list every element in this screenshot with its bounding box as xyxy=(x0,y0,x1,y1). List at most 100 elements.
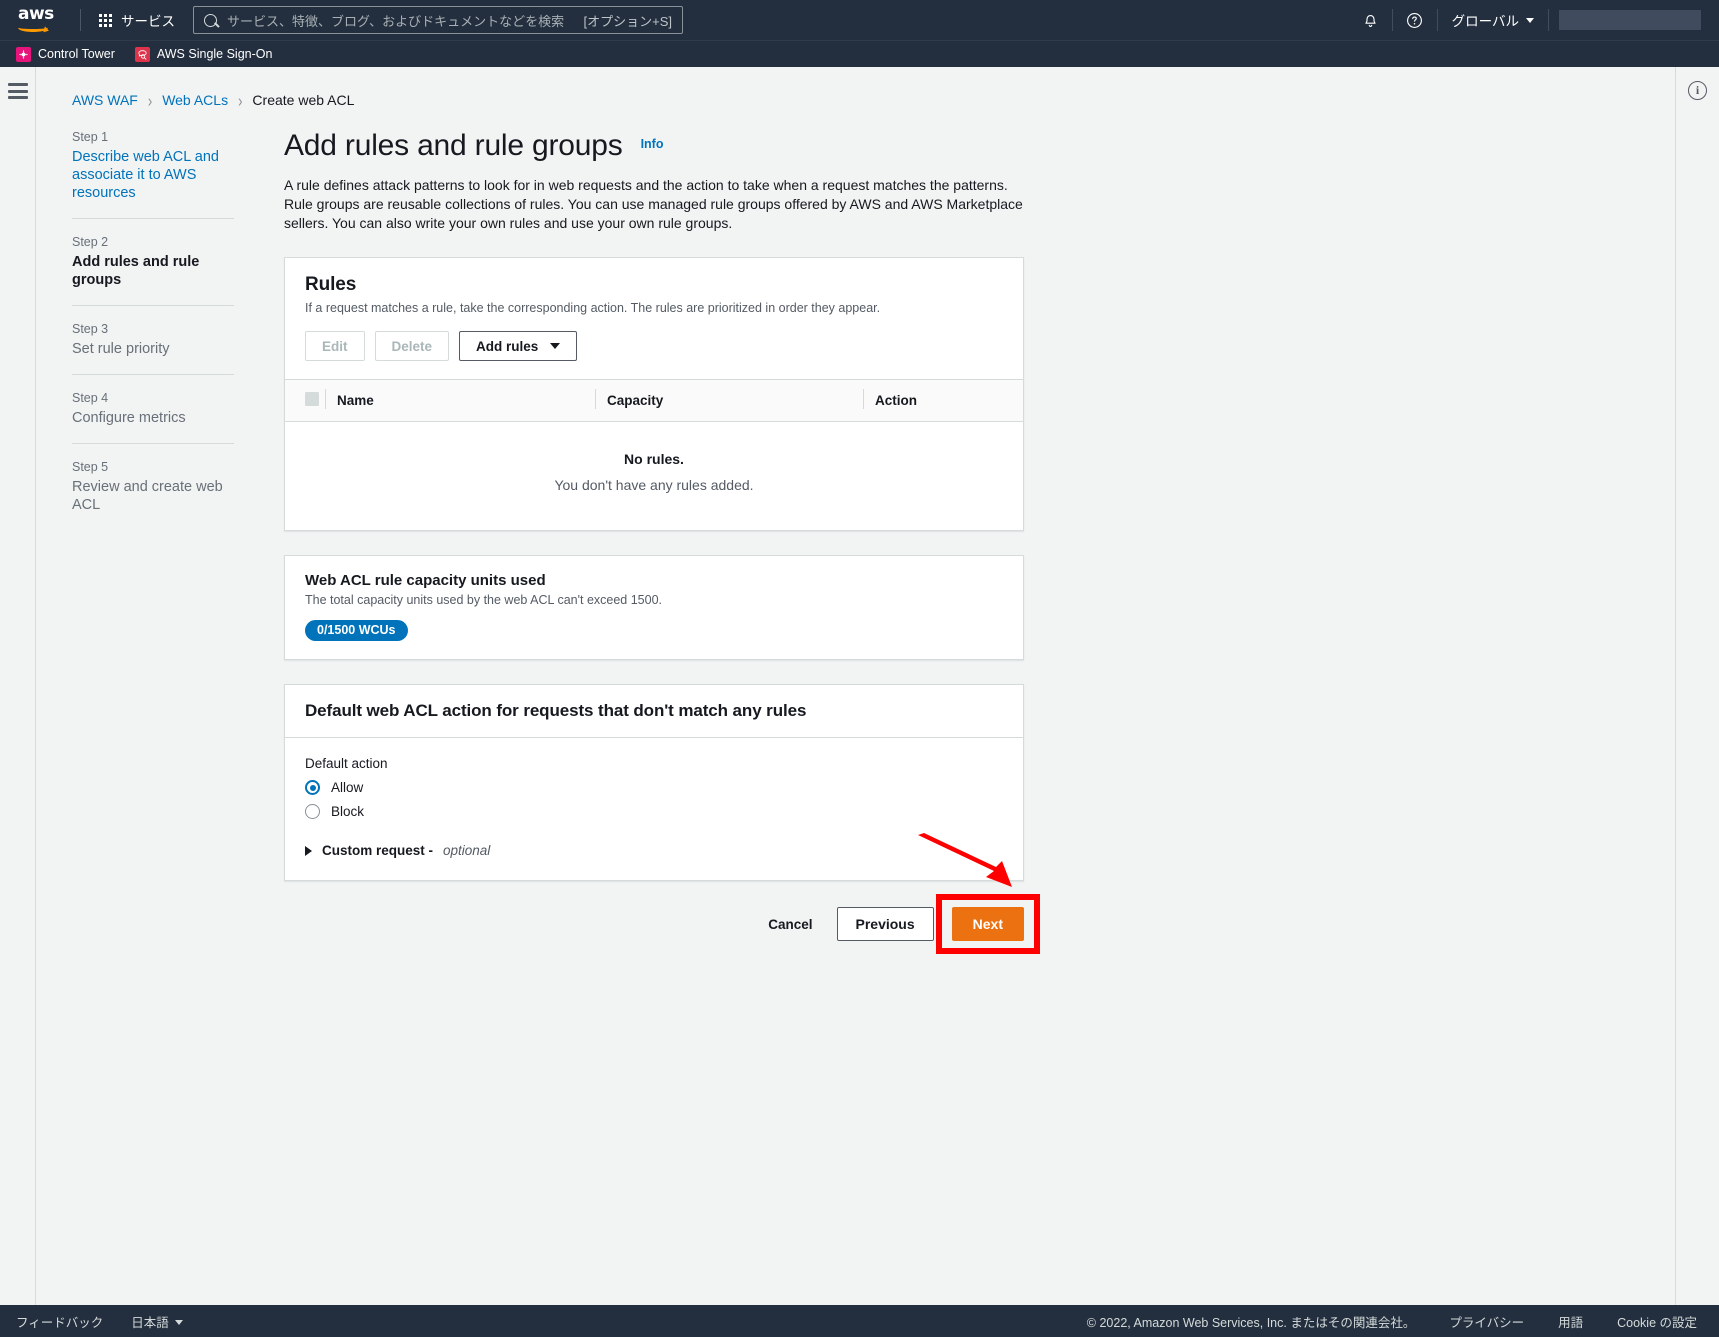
language-selector[interactable]: 日本語 xyxy=(131,1312,183,1331)
app-window: aws サービス サービス、特徴、ブログ、およびドキュメントなどを検索 [オプシ… xyxy=(0,0,1719,1337)
favorite-single-sign-on[interactable]: AWS Single Sign-On xyxy=(134,46,273,62)
wizard-step-5[interactable]: Step 5 Review and create web ACL xyxy=(72,443,234,530)
chevron-down-icon xyxy=(174,1319,183,1325)
empty-state-subtitle: You don't have any rules added. xyxy=(554,477,754,493)
rules-toolbar: Edit Delete Add rules xyxy=(305,331,1003,361)
page-info-link[interactable]: Info xyxy=(641,137,664,151)
form-column: Add rules and rule groups Info A rule def… xyxy=(252,128,1040,954)
left-rail xyxy=(0,67,36,1305)
main-content: AWS WAF › Web ACLs › Create web ACL Step… xyxy=(36,67,1675,1305)
breadcrumb-item-aws-waf[interactable]: AWS WAF xyxy=(72,92,138,108)
search-input[interactable]: サービス、特徴、ブログ、およびドキュメントなどを検索 [オプション+S] xyxy=(193,6,683,34)
chevron-right-icon: › xyxy=(147,89,153,111)
chevron-down-icon xyxy=(550,343,561,349)
custom-request-optional-label: optional xyxy=(443,843,491,858)
capacity-card-subtitle: The total capacity units used by the web… xyxy=(305,593,663,607)
top-navigation-bar: aws サービス サービス、特徴、ブログ、およびドキュメントなどを検索 [オプシ… xyxy=(0,0,1719,40)
next-button-wrapper: Next xyxy=(935,894,1040,954)
body-area: AWS WAF › Web ACLs › Create web ACL Step… xyxy=(0,67,1719,1305)
wizard-step-3[interactable]: Step 3 Set rule priority xyxy=(72,305,234,374)
column-header-name[interactable]: Name xyxy=(325,379,607,422)
wizard-step-3-label: Set rule priority xyxy=(72,341,170,357)
select-all-checkbox[interactable] xyxy=(305,392,319,406)
empty-state-title: No rules. xyxy=(624,451,684,467)
info-circle-icon[interactable]: i xyxy=(1688,81,1707,100)
capacity-card: Web ACL rule capacity units used The tot… xyxy=(284,555,1024,660)
wizard-step-1[interactable]: Step 1 Describe web ACL and associate it… xyxy=(72,128,234,218)
rules-table: Name Capacity Action No rules. You don't… xyxy=(285,379,1023,530)
bottom-bar-right: © 2022, Amazon Web Services, Inc. またはその関… xyxy=(1087,1312,1697,1331)
wizard-step-4-label: Configure metrics xyxy=(72,410,186,426)
wizard-step-4-number: Step 4 xyxy=(72,391,109,405)
copyright-text: © 2022, Amazon Web Services, Inc. またはその関… xyxy=(1086,1315,1416,1330)
custom-request-label: Custom request - xyxy=(322,843,434,858)
terms-link[interactable]: 用語 xyxy=(1558,1312,1583,1331)
radio-block-label: Block xyxy=(331,804,365,819)
hamburger-menu-icon[interactable] xyxy=(7,83,28,99)
wcu-status-badge: 0/1500 WCUs xyxy=(305,620,408,641)
cookie-preferences-link[interactable]: Cookie の設定 xyxy=(1617,1312,1697,1331)
table-empty-row: No rules. You don't have any rules added… xyxy=(285,422,1023,531)
region-label: グローバル xyxy=(1451,14,1519,29)
page-title-row: Add rules and rule groups Info xyxy=(284,128,1024,164)
capacity-card-body: Web ACL rule capacity units used The tot… xyxy=(285,556,1023,659)
breadcrumb-item-create-web-acl: Create web ACL xyxy=(252,92,355,108)
breadcrumb: AWS WAF › Web ACLs › Create web ACL xyxy=(36,67,1675,111)
favorites-bar: Control Tower AWS Single Sign-On xyxy=(0,40,1719,67)
nav-separator xyxy=(1548,9,1549,31)
services-menu-button[interactable]: サービス xyxy=(91,4,183,36)
bottom-bar: フィードバック 日本語 © 2022, Amazon Web Services,… xyxy=(0,1305,1719,1337)
breadcrumb-item-web-acls[interactable]: Web ACLs xyxy=(162,92,228,108)
page-description: A rule defines attack patterns to look f… xyxy=(284,177,1023,231)
wizard-step-2[interactable]: Step 2 Add rules and rule groups xyxy=(72,218,234,305)
form-footer-actions: Cancel Previous Next xyxy=(284,894,1040,954)
table-header-row: Name Capacity Action xyxy=(285,379,1023,422)
cancel-button[interactable]: Cancel xyxy=(762,917,818,932)
notifications-button[interactable] xyxy=(1348,0,1392,40)
wizard-step-4[interactable]: Step 4 Configure metrics xyxy=(72,374,234,443)
rules-table-head: Name Capacity Action xyxy=(285,379,1023,422)
default-action-card: Default web ACL action for requests that… xyxy=(284,684,1024,881)
aws-logo[interactable]: aws xyxy=(18,4,58,33)
aws-logo-text: aws xyxy=(18,4,54,24)
wizard-step-1-number: Step 1 xyxy=(72,130,109,144)
radio-allow-label: Allow xyxy=(331,780,364,795)
rules-table-body: No rules. You don't have any rules added… xyxy=(285,422,1023,531)
edit-button[interactable]: Edit xyxy=(305,331,365,361)
radio-option-block[interactable]: Block xyxy=(305,804,1003,819)
radio-option-allow[interactable]: Allow xyxy=(305,780,1003,795)
delete-button[interactable]: Delete xyxy=(374,331,450,361)
next-button[interactable]: Next xyxy=(951,907,1024,941)
favorite-control-tower[interactable]: Control Tower xyxy=(16,46,115,62)
favorite-single-sign-on-label: AWS Single Sign-On xyxy=(156,47,273,61)
feedback-link[interactable]: フィードバック xyxy=(16,1312,103,1331)
rules-card-subtitle: If a request matches a rule, take the co… xyxy=(305,301,881,315)
rules-card: Rules If a request matches a rule, take … xyxy=(284,257,1024,531)
sso-icon xyxy=(134,46,150,62)
select-all-header xyxy=(285,379,337,422)
column-header-capacity[interactable]: Capacity xyxy=(595,379,875,422)
page-title: Add rules and rule groups xyxy=(284,129,623,162)
control-tower-icon xyxy=(16,46,31,62)
wizard-step-5-label: Review and create web ACL xyxy=(72,479,223,513)
language-selector-label: 日本語 xyxy=(131,1315,169,1330)
previous-button[interactable]: Previous xyxy=(836,907,934,941)
nav-divider xyxy=(80,9,81,31)
capacity-card-title: Web ACL rule capacity units used xyxy=(305,572,546,589)
question-mark-icon xyxy=(1406,12,1423,29)
wizard-step-1-label: Describe web ACL and associate it to AWS… xyxy=(72,149,219,201)
account-menu-redacted[interactable] xyxy=(1559,10,1701,30)
search-shortcut-hint: [オプション+S] xyxy=(583,13,673,29)
default-action-field-label: Default action xyxy=(305,756,388,771)
column-header-action[interactable]: Action xyxy=(863,379,1023,422)
empty-state: No rules. You don't have any rules added… xyxy=(286,423,1022,529)
add-rules-button[interactable]: Add rules xyxy=(459,331,578,361)
privacy-link[interactable]: プライバシー xyxy=(1449,1312,1524,1331)
right-rail: i xyxy=(1675,67,1719,1305)
nav-right-cluster: グローバル xyxy=(1348,0,1707,40)
default-action-card-title: Default web ACL action for requests that… xyxy=(305,701,807,720)
help-button[interactable] xyxy=(1393,0,1437,40)
wizard-and-form: Step 1 Describe web ACL and associate it… xyxy=(36,108,1675,954)
region-selector[interactable]: グローバル xyxy=(1438,0,1548,40)
custom-request-expander[interactable]: Custom request - optional xyxy=(305,843,1003,858)
